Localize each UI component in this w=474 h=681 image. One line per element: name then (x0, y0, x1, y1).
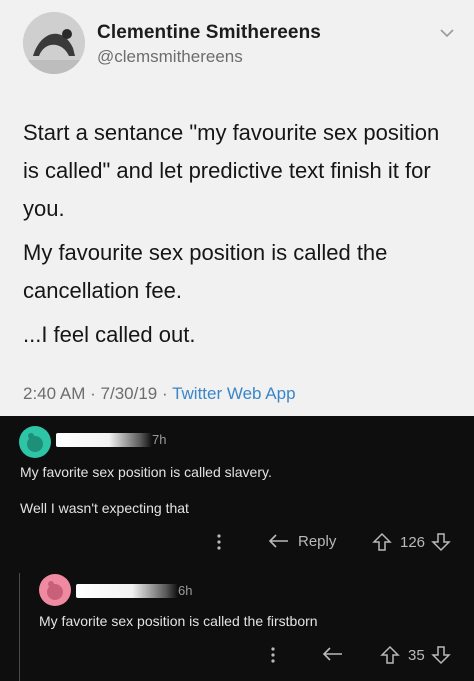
vote-score: 126 (400, 533, 426, 551)
vote-score: 35 (408, 646, 425, 664)
tweet-card: Clementine Smithereens @clemsmithereens … (0, 0, 474, 416)
meta-separator: · (90, 384, 96, 403)
comment-text: Well I wasn't expecting that (20, 500, 189, 516)
comment-text: My favorite sex position is called the f… (39, 613, 318, 629)
tweet-avatar[interactable] (23, 12, 85, 74)
reply-icon (322, 647, 342, 661)
redacted-username (56, 433, 152, 447)
upvote-icon[interactable] (372, 532, 392, 552)
tweet-client[interactable]: Twitter Web App (172, 384, 295, 403)
downvote-icon[interactable] (431, 532, 451, 552)
tweet-meta: 2:40 AM · 7/30/19 · Twitter Web App (23, 384, 296, 404)
vote-controls: 35 (380, 645, 451, 665)
tweet-text: Start a sentance "my favourite sex posit… (23, 114, 453, 360)
tweet-paragraph: Start a sentance "my favourite sex posit… (23, 120, 440, 221)
redacted-username (76, 584, 178, 598)
comment-time: 7h (152, 432, 167, 447)
more-options-button[interactable] (214, 532, 224, 552)
comment-avatar[interactable] (39, 574, 71, 606)
downvote-icon[interactable] (430, 645, 451, 665)
vote-controls: 126 (372, 532, 451, 552)
more-options-button[interactable] (268, 645, 278, 665)
reply-label: Reply (298, 532, 337, 550)
reply-icon (268, 534, 288, 548)
thread-line[interactable] (19, 573, 20, 681)
comment-time: 6h (178, 583, 193, 598)
more-icon (217, 534, 221, 550)
tweet-paragraph: My favourite sex position is called the … (23, 240, 388, 303)
chevron-down-icon[interactable] (440, 28, 454, 38)
tweet-paragraph: ...I feel called out. (23, 322, 196, 347)
upvote-icon[interactable] (380, 645, 400, 665)
reply-button[interactable]: Reply (268, 532, 336, 550)
tweet-display-name[interactable]: Clementine Smithereens (97, 22, 321, 44)
tweet-handle[interactable]: @clemsmithereens (97, 47, 243, 67)
meta-separator: · (161, 384, 168, 403)
reply-button[interactable] (322, 645, 344, 663)
tweet-date[interactable]: 7/30/19 (101, 384, 158, 403)
comment-text: My favorite sex position is called slave… (20, 464, 272, 480)
more-icon (271, 647, 275, 663)
tweet-time[interactable]: 2:40 AM (23, 384, 85, 403)
comment-avatar[interactable] (19, 426, 51, 458)
comment-thread: 7h My favorite sex position is called sl… (0, 416, 474, 681)
